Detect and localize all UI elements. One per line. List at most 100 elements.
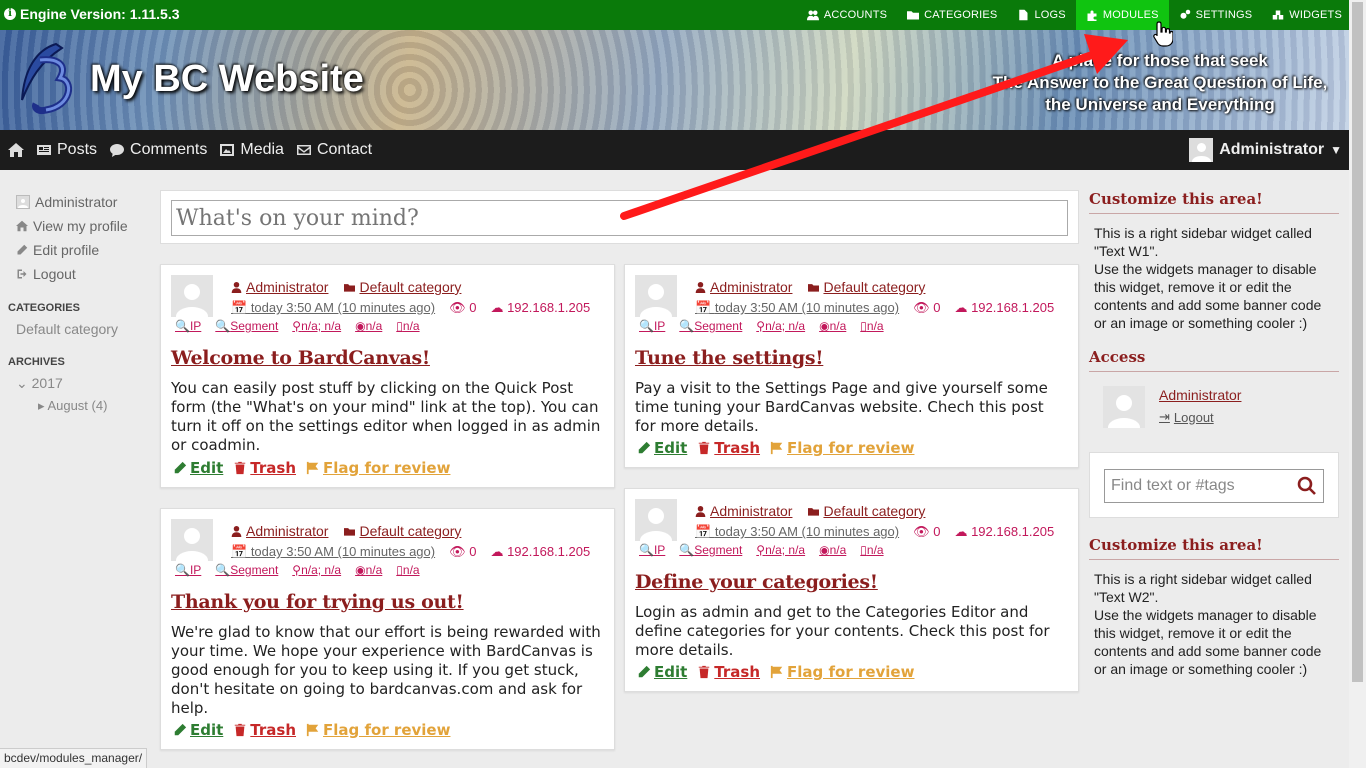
vertical-scrollbar[interactable]	[1349, 0, 1366, 768]
trash-button[interactable]: Trash	[697, 439, 760, 457]
folder-icon	[344, 283, 356, 292]
scrollbar-thumb[interactable]	[1352, 2, 1363, 682]
ip-link[interactable]: 🔍IP	[175, 319, 201, 333]
edit-button[interactable]: Edit	[173, 721, 223, 739]
nav-contact[interactable]: Contact	[296, 141, 372, 159]
category-link[interactable]: Default category	[8, 318, 148, 340]
archive-year[interactable]: ⌄ 2017	[8, 372, 148, 394]
flag-icon	[770, 665, 783, 679]
location-link[interactable]: ⚲n/a; n/a	[292, 563, 341, 577]
trash-icon	[235, 723, 246, 737]
post-category[interactable]: Default category	[808, 279, 925, 295]
edit-profile-link[interactable]: Edit profile	[8, 238, 148, 262]
admin-menu-logs[interactable]: Logs	[1007, 0, 1075, 30]
folder-icon	[808, 283, 820, 292]
access-user-link[interactable]: Administrator	[1159, 387, 1241, 403]
edit-button[interactable]: Edit	[173, 459, 223, 477]
site-title[interactable]: My BC Website	[90, 58, 364, 101]
flag-button[interactable]: Flag for review	[306, 459, 450, 477]
nav-home[interactable]	[8, 142, 24, 158]
location-link[interactable]: ⚲n/a; n/a	[756, 543, 805, 557]
isp-link[interactable]: ◉n/a	[355, 319, 382, 333]
post-ip: ☁ 192.168.1.205	[954, 524, 1055, 539]
post-title[interactable]: Welcome to BardCanvas!	[171, 347, 430, 369]
view-profile-link[interactable]: View my profile	[8, 214, 148, 238]
post-date[interactable]: 📅 today 3:50 AM (10 minutes ago)	[231, 300, 435, 316]
segment-link[interactable]: 🔍Segment	[215, 319, 278, 333]
segment-link[interactable]: 🔍Segment	[679, 319, 742, 333]
caret-right-icon: ▸	[38, 398, 45, 413]
home-icon	[8, 143, 24, 157]
post-category[interactable]: Default category	[808, 503, 925, 519]
file-icon	[1019, 9, 1028, 21]
device-link[interactable]: ▯n/a	[396, 563, 419, 577]
site-logo[interactable]	[16, 40, 80, 120]
access-widget: Administrator ⇥ Logout	[1089, 372, 1339, 442]
nav-comments[interactable]: Comments	[109, 141, 207, 159]
access-logout-link[interactable]: ⇥ Logout	[1159, 409, 1214, 425]
quick-post-form	[160, 190, 1079, 244]
avatar	[1103, 386, 1145, 428]
puzzle-icon	[1087, 10, 1097, 21]
post-title[interactable]: Tune the settings!	[635, 347, 824, 369]
admin-menu-categories[interactable]: Categories	[897, 0, 1007, 30]
post-author[interactable]: Administrator	[695, 279, 792, 295]
folder-icon	[344, 527, 356, 536]
flag-icon	[770, 441, 783, 455]
post-title[interactable]: Thank you for trying us out!	[171, 591, 464, 613]
main-nav: Posts Comments Media Contact Administrat…	[0, 130, 1366, 170]
admin-menu-widgets[interactable]: Widgets	[1262, 0, 1352, 30]
avatar	[635, 275, 677, 317]
post-views: 👁 0	[449, 300, 477, 315]
post-date[interactable]: 📅 today 3:50 AM (10 minutes ago)	[695, 524, 899, 540]
site-slogan: A place for those that seek The Answer t…	[992, 51, 1328, 114]
flag-button[interactable]: Flag for review	[306, 721, 450, 739]
post-title[interactable]: Define your categories!	[635, 571, 878, 593]
post-author[interactable]: Administrator	[695, 503, 792, 519]
trash-button[interactable]: Trash	[233, 721, 296, 739]
post-author[interactable]: Administrator	[231, 279, 328, 295]
search-input[interactable]: Find text or #tags	[1104, 469, 1324, 503]
segment-link[interactable]: 🔍Segment	[215, 563, 278, 577]
quick-post-input[interactable]	[171, 200, 1068, 236]
search-icon[interactable]	[1297, 476, 1317, 496]
widget-title-access: Access	[1089, 348, 1339, 372]
location-link[interactable]: ⚲n/a; n/a	[756, 319, 805, 333]
nav-media[interactable]: Media	[219, 141, 284, 159]
device-link[interactable]: ▯n/a	[860, 319, 883, 333]
post-date[interactable]: 📅 today 3:50 AM (10 minutes ago)	[695, 300, 899, 316]
location-link[interactable]: ⚲n/a; n/a	[292, 319, 341, 333]
isp-link[interactable]: ◉n/a	[819, 543, 846, 557]
flag-button[interactable]: Flag for review	[770, 439, 914, 457]
edit-button[interactable]: Edit	[637, 439, 687, 457]
isp-link[interactable]: ◉n/a	[355, 563, 382, 577]
post-views: 👁 0	[449, 544, 477, 559]
admin-menu-settings[interactable]: Settings	[1169, 0, 1263, 30]
ip-link[interactable]: 🔍IP	[639, 543, 665, 557]
left-user[interactable]: Administrator	[8, 190, 148, 214]
archive-month[interactable]: ▸ August (4)	[8, 394, 148, 418]
edit-button[interactable]: Edit	[637, 663, 687, 681]
trash-button[interactable]: Trash	[233, 459, 296, 477]
post-category[interactable]: Default category	[344, 279, 461, 295]
engine-version: i Engine Version: 1.11.5.3	[4, 6, 180, 22]
user-icon	[231, 281, 242, 293]
logout-link[interactable]: Logout	[8, 262, 148, 286]
device-link[interactable]: ▯n/a	[396, 319, 419, 333]
post-excerpt: We're glad to know that our effort is be…	[171, 623, 601, 717]
ip-link[interactable]: 🔍IP	[639, 319, 665, 333]
nav-posts[interactable]: Posts	[36, 141, 97, 159]
isp-link[interactable]: ◉n/a	[819, 319, 846, 333]
admin-menu-accounts[interactable]: Accounts	[797, 0, 897, 30]
device-link[interactable]: ▯n/a	[860, 543, 883, 557]
user-menu[interactable]: Administrator ▼	[1189, 135, 1342, 165]
pencil-icon	[638, 441, 651, 454]
post-date[interactable]: 📅 today 3:50 AM (10 minutes ago)	[231, 544, 435, 560]
trash-button[interactable]: Trash	[697, 663, 760, 681]
flag-button[interactable]: Flag for review	[770, 663, 914, 681]
ip-link[interactable]: 🔍IP	[175, 563, 201, 577]
segment-link[interactable]: 🔍Segment	[679, 543, 742, 557]
post-author[interactable]: Administrator	[231, 523, 328, 539]
post-category[interactable]: Default category	[344, 523, 461, 539]
home-icon	[16, 220, 28, 232]
